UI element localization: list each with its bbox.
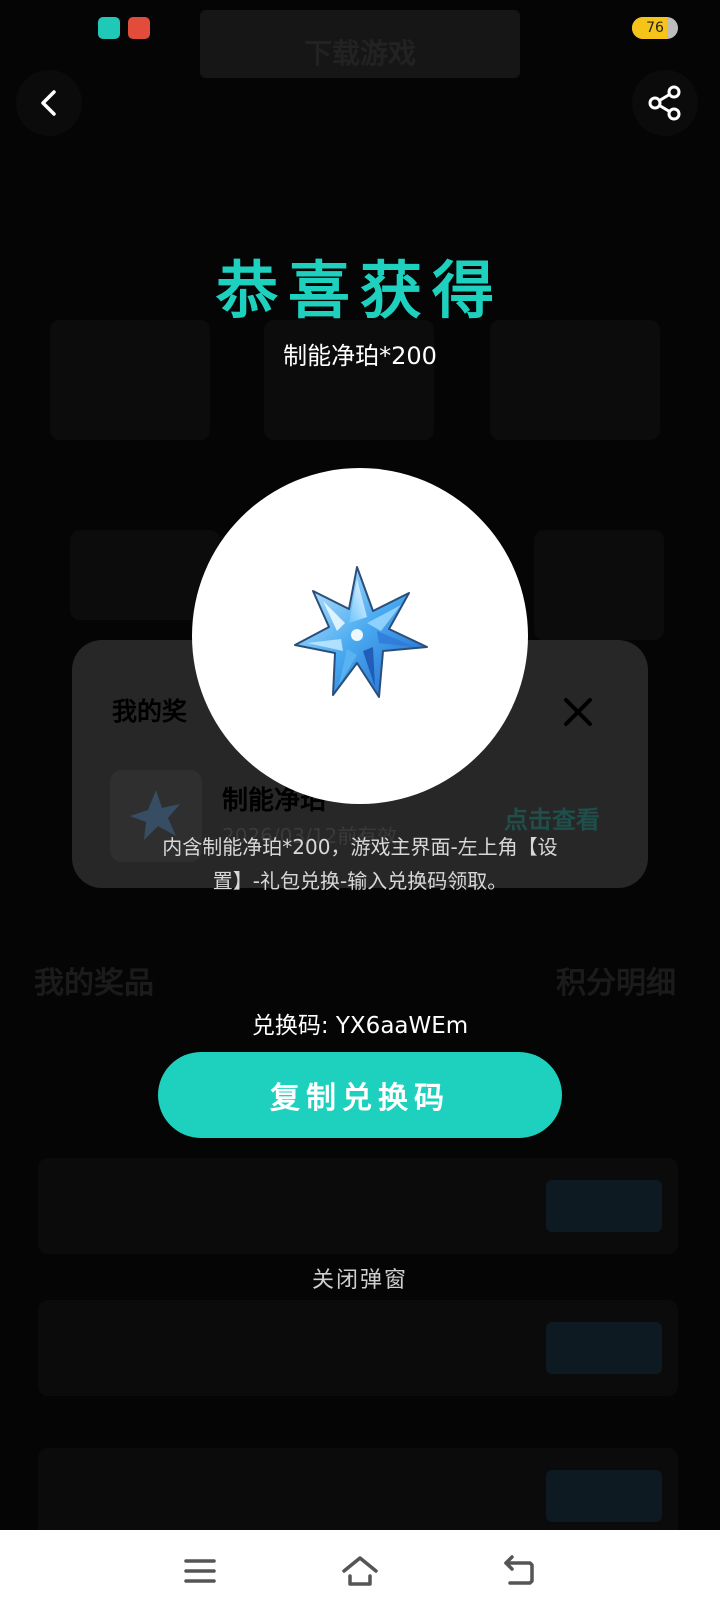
app-icon-teal <box>98 17 120 39</box>
redeem-code-line: 兑换码: YX6aaWEm <box>0 1006 720 1040</box>
menu-nav-button[interactable] <box>170 1544 230 1598</box>
item-image-circle <box>192 468 528 804</box>
share-icon <box>648 85 681 121</box>
popup-title: 恭喜获得 <box>215 254 504 327</box>
back-button[interactable] <box>16 70 82 136</box>
back-nav-icon <box>504 1555 534 1585</box>
redeem-code-label: 兑换码: <box>251 1013 329 1039</box>
battery-level: 76 <box>646 20 664 36</box>
menu-icon <box>184 1559 216 1583</box>
home-icon <box>342 1556 378 1586</box>
battery-indicator: 76 <box>632 17 678 39</box>
home-nav-button[interactable] <box>330 1544 390 1598</box>
chevron-left-icon <box>41 90 56 116</box>
copy-code-button[interactable]: 复制兑换码 <box>158 1052 562 1138</box>
close-popup-link[interactable]: 关闭弹窗 <box>0 1262 720 1294</box>
crystal-star-icon <box>294 566 428 698</box>
popup-item-name: 制能净珀*200 <box>283 342 437 370</box>
system-nav-bar <box>0 1530 720 1612</box>
share-button[interactable] <box>632 70 698 136</box>
redeem-code-value: YX6aaWEm <box>335 1013 469 1039</box>
back-nav-button[interactable] <box>490 1544 550 1598</box>
status-bar: 76 <box>0 0 720 56</box>
popup-description: 内含制能净珀*200，游戏主界面-左上角【设置】-礼包兑换-输入兑换码领取。 <box>162 835 558 893</box>
reward-popup: 恭喜获得 制能净珀*200 内含制能净珀*200，游戏主界面-左上角【设置】-礼… <box>0 0 720 1530</box>
app-icon-red <box>128 17 150 39</box>
